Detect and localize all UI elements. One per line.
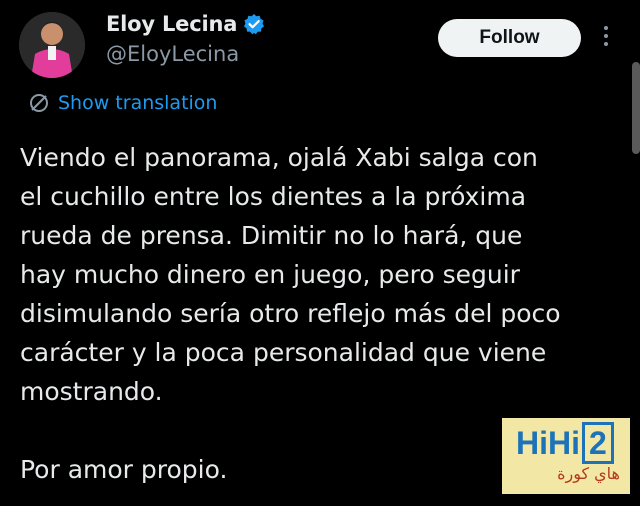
show-translation-label: Show translation bbox=[58, 92, 218, 114]
follow-button[interactable]: Follow bbox=[438, 19, 581, 57]
watermark-logo-text: HiHi 2 bbox=[516, 422, 620, 464]
author-name-row: Eloy Lecina bbox=[106, 12, 265, 36]
avatar[interactable] bbox=[19, 12, 85, 78]
watermark-logo: HiHi 2 هاي كورة bbox=[502, 418, 630, 494]
verified-badge-icon bbox=[243, 13, 265, 35]
show-translation-link[interactable]: Show translation bbox=[28, 92, 217, 114]
more-options-icon[interactable] bbox=[600, 26, 612, 50]
author-display-name[interactable]: Eloy Lecina bbox=[106, 12, 237, 36]
watermark-subtitle: هاي كورة bbox=[557, 464, 620, 483]
scrollbar[interactable] bbox=[632, 62, 640, 154]
author-handle[interactable]: @EloyLecina bbox=[106, 42, 239, 66]
translate-icon bbox=[30, 94, 48, 112]
